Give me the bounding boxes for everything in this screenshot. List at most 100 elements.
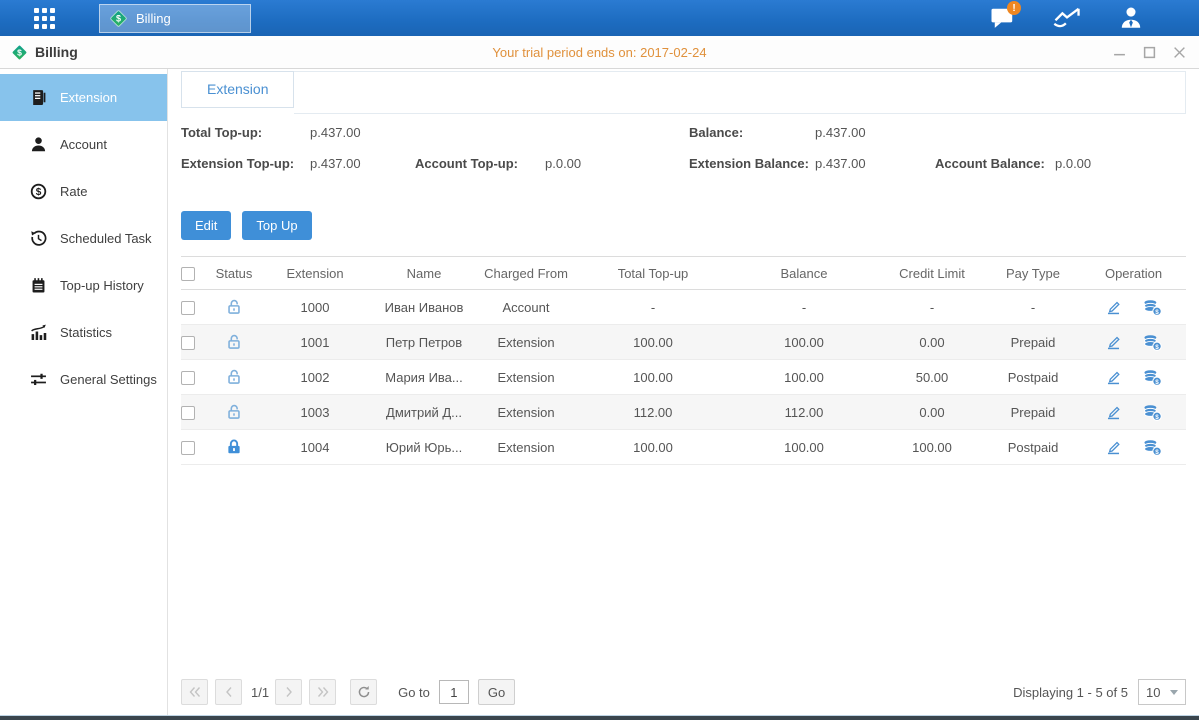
cell-name: Юрий Юрь... bbox=[373, 430, 475, 465]
unlocked-icon bbox=[225, 403, 243, 421]
sidebar-item-rate[interactable]: $ Rate bbox=[0, 168, 167, 215]
table-row[interactable]: 1002 Мария Ива... Extension 100.00 100.0… bbox=[181, 360, 1186, 395]
cell-charged-from: Extension bbox=[475, 395, 577, 430]
topup-row-icon[interactable]: $ bbox=[1143, 334, 1162, 351]
close-icon[interactable] bbox=[1171, 44, 1187, 60]
cell-charged-from: Extension bbox=[475, 430, 577, 465]
cell-name: Дмитрий Д... bbox=[373, 395, 475, 430]
cell-total-topup: 100.00 bbox=[577, 360, 729, 395]
sidebar-item-account[interactable]: Account bbox=[0, 121, 167, 168]
next-page-button[interactable] bbox=[275, 679, 302, 705]
col-status[interactable]: Status bbox=[211, 257, 257, 290]
col-extension[interactable]: Extension bbox=[257, 257, 373, 290]
cell-balance: - bbox=[729, 290, 879, 325]
last-page-button[interactable] bbox=[309, 679, 336, 705]
table-header-row: Status Extension Name Charged From Total… bbox=[181, 257, 1186, 290]
balance-label: Balance: bbox=[689, 125, 743, 140]
topup-row-icon[interactable]: $ bbox=[1143, 299, 1162, 316]
cell-extension: 1003 bbox=[257, 395, 373, 430]
col-credit-limit[interactable]: Credit Limit bbox=[879, 257, 985, 290]
table-row[interactable]: 1000 Иван Иванов Account - - - - $ bbox=[181, 290, 1186, 325]
first-page-button[interactable] bbox=[181, 679, 208, 705]
cell-pay-type: Postpaid bbox=[985, 360, 1081, 395]
row-checkbox[interactable] bbox=[181, 371, 195, 385]
go-button[interactable]: Go bbox=[478, 679, 515, 705]
edit-row-icon[interactable] bbox=[1105, 299, 1124, 316]
table-row[interactable]: 1004 Юрий Юрь... Extension 100.00 100.00… bbox=[181, 430, 1186, 465]
statistics-topbar-icon[interactable] bbox=[1051, 5, 1083, 31]
row-checkbox[interactable] bbox=[181, 406, 195, 420]
extension-topup-value: p.437.00 bbox=[310, 156, 361, 171]
maximize-icon[interactable] bbox=[1141, 44, 1157, 60]
billing-diamond-icon: $ bbox=[109, 9, 128, 28]
col-pay-type[interactable]: Pay Type bbox=[985, 257, 1081, 290]
edit-button[interactable]: Edit bbox=[181, 211, 231, 240]
cell-extension: 1000 bbox=[257, 290, 373, 325]
col-operation[interactable]: Operation bbox=[1081, 257, 1186, 290]
table-row[interactable]: 1001 Петр Петров Extension 100.00 100.00… bbox=[181, 325, 1186, 360]
prev-page-button[interactable] bbox=[215, 679, 242, 705]
topup-row-icon[interactable]: $ bbox=[1143, 404, 1162, 421]
svg-text:$: $ bbox=[17, 47, 22, 57]
goto-page-input[interactable] bbox=[439, 680, 469, 704]
page-size-value: 10 bbox=[1146, 685, 1160, 700]
page-indicator: 1/1 bbox=[251, 685, 269, 700]
minimize-icon[interactable] bbox=[1111, 44, 1127, 60]
sidebar-item-scheduled-task[interactable]: Scheduled Task bbox=[0, 215, 167, 262]
sidebar-item-top-up-history[interactable]: Top-up History bbox=[0, 262, 167, 309]
dollar-coin-icon: $ bbox=[30, 183, 47, 200]
topup-row-icon[interactable]: $ bbox=[1143, 369, 1162, 386]
cell-name: Иван Иванов bbox=[373, 290, 475, 325]
extension-balance-value: p.437.00 bbox=[815, 156, 866, 171]
table-row[interactable]: 1003 Дмитрий Д... Extension 112.00 112.0… bbox=[181, 395, 1186, 430]
page-size-select[interactable]: 10 bbox=[1138, 679, 1186, 705]
goto-label: Go to bbox=[398, 685, 430, 700]
cell-credit-limit: 100.00 bbox=[879, 430, 985, 465]
select-all-checkbox[interactable] bbox=[181, 267, 195, 281]
extension-topup-label: Extension Top-up: bbox=[181, 156, 294, 171]
sidebar-item-statistics[interactable]: Statistics bbox=[0, 309, 167, 356]
sidebar-item-general-settings[interactable]: General Settings bbox=[0, 356, 167, 403]
svg-text:$: $ bbox=[1156, 448, 1160, 455]
refresh-icon[interactable] bbox=[350, 679, 377, 705]
notepad-icon bbox=[30, 277, 47, 294]
cell-credit-limit: 0.00 bbox=[879, 395, 985, 430]
edit-row-icon[interactable] bbox=[1105, 439, 1124, 456]
svg-text:$: $ bbox=[1156, 378, 1160, 385]
topbar-actions: ! bbox=[987, 0, 1147, 36]
unlocked-icon bbox=[225, 298, 243, 316]
edit-row-icon[interactable] bbox=[1105, 334, 1124, 351]
top-up-button[interactable]: Top Up bbox=[242, 211, 311, 240]
cell-credit-limit: 0.00 bbox=[879, 325, 985, 360]
billing-diamond-icon-small: $ bbox=[11, 44, 28, 61]
row-checkbox[interactable] bbox=[181, 301, 195, 315]
sidebar-item-extension[interactable]: Extension bbox=[0, 74, 167, 121]
topup-row-icon[interactable]: $ bbox=[1143, 439, 1162, 456]
sidebar-item-label: Extension bbox=[60, 90, 117, 105]
main-content: Extension Total Top-up: p.437.00 Balance… bbox=[168, 69, 1199, 715]
col-charged-from[interactable]: Charged From bbox=[475, 257, 577, 290]
cell-name: Петр Петров bbox=[373, 325, 475, 360]
messages-icon[interactable]: ! bbox=[987, 5, 1019, 31]
svg-text:$: $ bbox=[1156, 343, 1160, 350]
sidebar-item-label: General Settings bbox=[60, 372, 157, 387]
cell-pay-type: Postpaid bbox=[985, 430, 1081, 465]
total-topup-label: Total Top-up: bbox=[181, 125, 262, 140]
col-name[interactable]: Name bbox=[373, 257, 475, 290]
unlocked-icon bbox=[225, 368, 243, 386]
summary-panel: Total Top-up: p.437.00 Balance: p.437.00… bbox=[181, 125, 1186, 191]
tab-extension[interactable]: Extension bbox=[181, 71, 294, 108]
total-topup-value: p.437.00 bbox=[310, 125, 361, 140]
row-checkbox[interactable] bbox=[181, 441, 195, 455]
col-total-topup[interactable]: Total Top-up bbox=[577, 257, 729, 290]
bar-chart-icon bbox=[30, 324, 47, 341]
apps-grid-icon[interactable] bbox=[34, 8, 55, 29]
app-tab-billing[interactable]: $ Billing bbox=[99, 4, 251, 33]
edit-row-icon[interactable] bbox=[1105, 369, 1124, 386]
account-topup-label: Account Top-up: bbox=[415, 156, 518, 171]
cell-balance: 100.00 bbox=[729, 325, 879, 360]
user-icon[interactable] bbox=[1115, 5, 1147, 31]
col-balance[interactable]: Balance bbox=[729, 257, 879, 290]
row-checkbox[interactable] bbox=[181, 336, 195, 350]
edit-row-icon[interactable] bbox=[1105, 404, 1124, 421]
